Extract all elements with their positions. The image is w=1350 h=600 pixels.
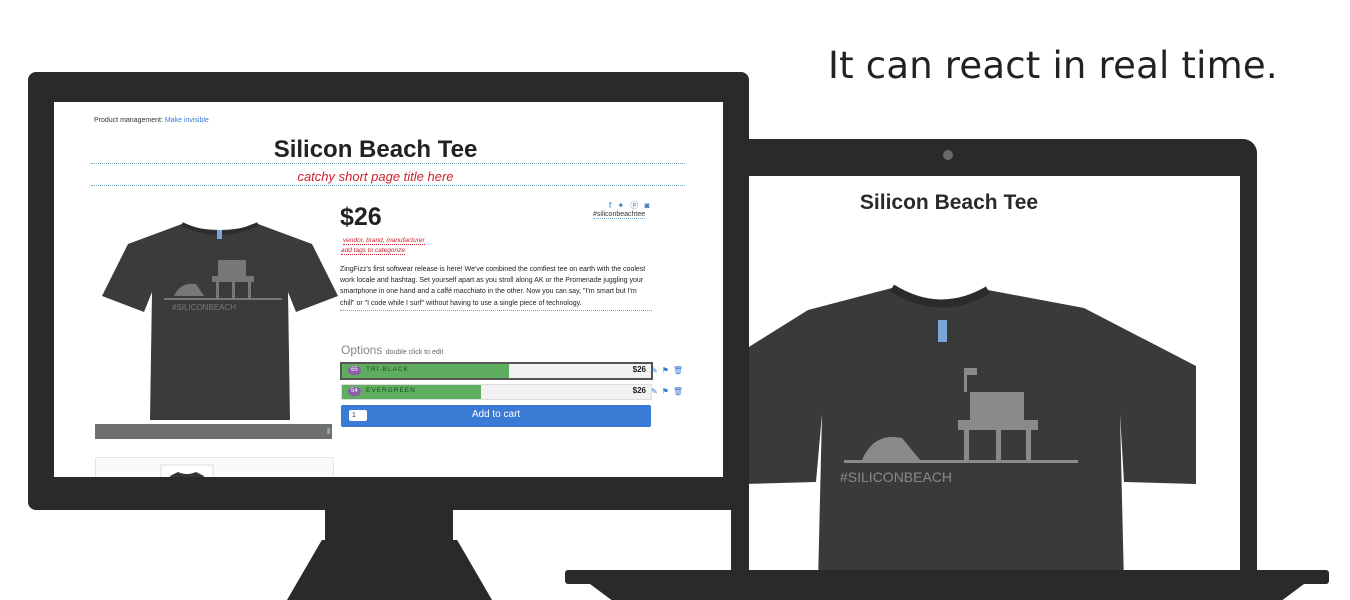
desktop-screen: Product management: Make invisible Silic… bbox=[54, 102, 723, 477]
edit-icon[interactable]: ✎ bbox=[651, 366, 662, 375]
option-row-evergreen[interactable]: 54 EVERGREEN $26 bbox=[341, 384, 652, 400]
flag-icon[interactable]: ⚑ bbox=[662, 366, 673, 375]
page-title[interactable]: Silicon Beach Tee bbox=[91, 136, 660, 164]
options-heading: Options double click to edit bbox=[341, 343, 443, 357]
product-price[interactable]: $26 bbox=[340, 203, 382, 232]
trash-icon[interactable]: 🗑 bbox=[673, 387, 687, 396]
monitor-foot bbox=[287, 540, 492, 600]
edit-icon[interactable]: ✎ bbox=[651, 387, 662, 396]
options-hint: double click to edit bbox=[385, 349, 444, 356]
laptop-product-image[interactable]: #SILICONBEACH bbox=[749, 284, 1199, 570]
tshirt-tag bbox=[217, 230, 222, 239]
subtitle-divider bbox=[91, 185, 685, 186]
laptop-screen: Silicon Beach Tee #SILICONBEACH bbox=[749, 176, 1240, 570]
product-image[interactable]: #SILICONBEACH bbox=[100, 216, 340, 426]
flag-icon[interactable]: ⚑ bbox=[662, 387, 673, 396]
laptop-page-title: Silicon Beach Tee bbox=[859, 191, 1039, 214]
stock-count-badge: 65 bbox=[348, 366, 361, 375]
trash-icon[interactable]: 🗑 bbox=[673, 366, 687, 375]
laptop-base bbox=[565, 570, 1329, 584]
option-price: $26 bbox=[632, 365, 646, 374]
option-price: $26 bbox=[632, 386, 646, 395]
camera-icon bbox=[943, 150, 953, 160]
option-name: TRI-BLACK bbox=[366, 366, 409, 373]
options-title: Options bbox=[341, 343, 383, 357]
trash-icon[interactable]: ▮ bbox=[327, 426, 331, 435]
thumbnail-image[interactable] bbox=[160, 464, 214, 477]
add-to-cart-button[interactable]: Add to cart bbox=[341, 409, 651, 420]
option-actions-evergreen: ✎⚑🗑 bbox=[651, 387, 687, 396]
product-management-bar: Product management: Make invisible bbox=[94, 117, 209, 124]
social-share-icons[interactable]: f ✦ ⓟ ◙ bbox=[609, 200, 651, 211]
laptop-base-bottom bbox=[590, 584, 1304, 600]
vendor-field[interactable]: vendor, brand, manufacturer bbox=[343, 237, 425, 245]
option-name: EVERGREEN bbox=[366, 387, 416, 394]
hashtag-field[interactable]: #siliconbeachtee bbox=[593, 211, 646, 219]
option-row-tri-black[interactable]: 65 TRI-BLACK $26 bbox=[340, 362, 653, 380]
subtitle-field[interactable]: catchy short page title here bbox=[91, 169, 660, 184]
product-description[interactable]: ZingFizz's first softwear release is her… bbox=[340, 264, 652, 311]
title-divider bbox=[91, 163, 685, 164]
thumbnail-gallery bbox=[95, 457, 334, 477]
tshirt-tag bbox=[938, 320, 947, 342]
tshirt-shape bbox=[102, 224, 338, 420]
shirt-print-text: #SILICONBEACH bbox=[172, 303, 236, 312]
add-to-cart-bar: 1 Add to cart bbox=[341, 405, 651, 427]
option-actions-tri-black: ✎⚑🗑 bbox=[651, 366, 687, 375]
stock-count-badge: 54 bbox=[348, 387, 361, 396]
shirt-print-text: #SILICONBEACH bbox=[840, 469, 952, 485]
headline: It can react in real time. bbox=[828, 44, 1278, 87]
tags-field[interactable]: add tags to categorize bbox=[341, 247, 405, 255]
pm-label: Product management: bbox=[94, 117, 163, 124]
make-invisible-link[interactable]: Make invisible bbox=[165, 117, 209, 124]
image-caption-bar: ▮ bbox=[95, 424, 332, 439]
